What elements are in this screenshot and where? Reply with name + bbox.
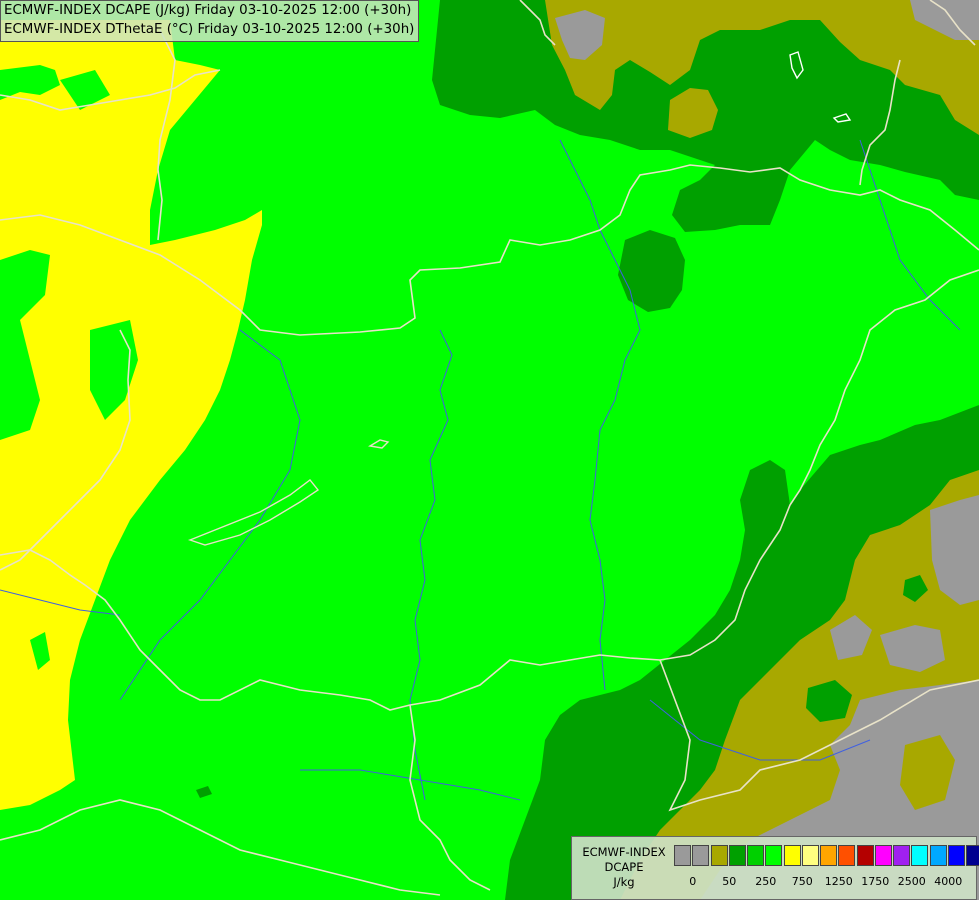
field-dark-green-blob (618, 230, 685, 312)
legend-model: ECMWF-INDEX (582, 845, 666, 859)
legend-tick-label: 250 (755, 875, 777, 888)
legend-tick-label: 4000 (934, 875, 963, 888)
legend-swatch (966, 845, 979, 866)
legend-swatch (783, 845, 801, 866)
title-line-dthetae: ECMWF-INDEX DThetaE (°C) Friday 03-10-20… (4, 21, 415, 37)
legend-swatch (856, 845, 874, 866)
legend-unit: J/kg (613, 875, 635, 889)
weather-map: ECMWF-INDEX DCAPE (J/kg) Friday 03-10-20… (0, 0, 979, 900)
legend-swatch (728, 845, 746, 866)
map-canvas (0, 0, 979, 900)
legend-tick-label: 1250 (824, 875, 853, 888)
legend-label: ECMWF-INDEX DCAPE J/kg (575, 845, 673, 890)
legend-swatch (874, 845, 892, 866)
map-title-box: ECMWF-INDEX DCAPE (J/kg) Friday 03-10-20… (0, 0, 420, 42)
color-legend: ECMWF-INDEX DCAPE J/kg 0 50 250 750 1250 1750… (571, 836, 979, 900)
legend-tick-label: 1750 (861, 875, 890, 888)
legend-tick-label: 750 (791, 875, 813, 888)
legend-swatch (710, 845, 728, 866)
legend-variable: DCAPE (604, 860, 644, 874)
legend-tick-label: 2500 (897, 875, 926, 888)
legend-swatch (692, 845, 710, 866)
legend-swatch (929, 845, 947, 866)
legend-swatch (947, 845, 965, 866)
legend-swatches (674, 845, 979, 866)
legend-swatch (893, 845, 910, 866)
legend-swatch (838, 845, 856, 866)
legend-swatch (801, 845, 819, 866)
legend-ticks: 0 50 250 750 1250 1750 2500 4000 (674, 875, 974, 889)
legend-tick-label: 50 (722, 875, 737, 888)
legend-swatch (674, 845, 691, 866)
legend-swatch (820, 845, 837, 866)
legend-tick-label: 0 (689, 875, 697, 888)
title-line-dcape: ECMWF-INDEX DCAPE (J/kg) Friday 03-10-20… (4, 3, 412, 18)
legend-swatch (911, 845, 929, 866)
legend-swatch (765, 845, 783, 866)
legend-swatch (747, 845, 764, 866)
